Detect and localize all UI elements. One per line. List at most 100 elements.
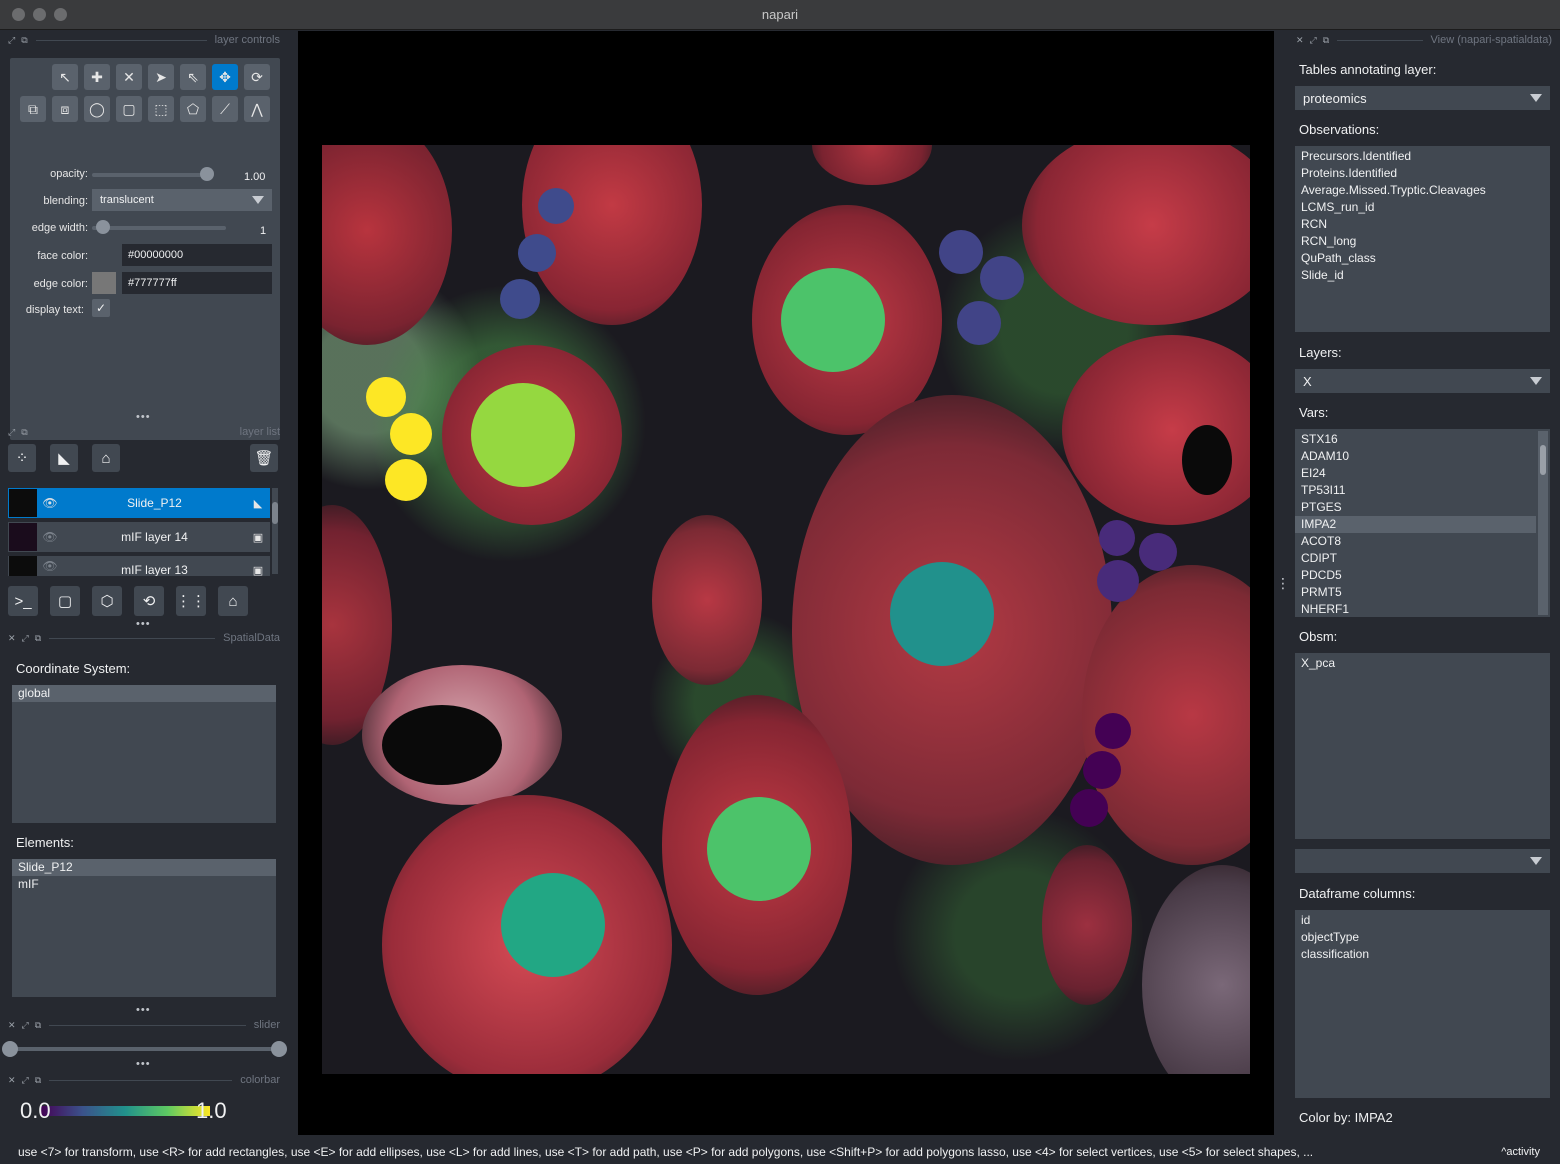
- activity-button[interactable]: ^activity: [1501, 1146, 1540, 1158]
- shape-point[interactable]: [1099, 520, 1135, 556]
- list-item[interactable]: NHERF1: [1295, 601, 1536, 618]
- viewer-canvas[interactable]: [298, 31, 1274, 1135]
- vars-list[interactable]: STX16 ADAM10 EI24 TP53I11 PTGES IMPA2 AC…: [1295, 429, 1550, 617]
- layer-list-scrollbar[interactable]: [272, 488, 278, 574]
- shape-point[interactable]: [1083, 751, 1121, 789]
- edge-width-slider-handle[interactable]: [96, 220, 110, 234]
- dataframe-columns-list[interactable]: id objectType classification: [1295, 910, 1550, 1098]
- list-item[interactable]: global: [12, 685, 276, 702]
- add-polygon-lasso-icon[interactable]: ⬚: [148, 96, 174, 122]
- shape-point[interactable]: [1097, 560, 1139, 602]
- range-slider[interactable]: [10, 1047, 278, 1051]
- edge-color-field[interactable]: #777777ff: [122, 272, 272, 294]
- shape-point[interactable]: [390, 413, 432, 455]
- layer-row[interactable]: 👁 mIF layer 14 ▣: [8, 522, 270, 552]
- shape-point[interactable]: [1095, 713, 1131, 749]
- shape-point[interactable]: [1139, 533, 1177, 571]
- close-icon[interactable]: ✕: [8, 633, 16, 644]
- add-rectangle-icon[interactable]: ▢: [116, 96, 142, 122]
- shape-point[interactable]: [980, 256, 1024, 300]
- edge-color-swatch[interactable]: [92, 272, 116, 294]
- resize-grip-icon[interactable]: •••: [136, 1058, 151, 1070]
- new-points-layer-button[interactable]: ⁘: [8, 444, 36, 472]
- close-icon[interactable]: ✕: [8, 1020, 16, 1031]
- undock-icon[interactable]: ⧉: [35, 1075, 41, 1086]
- add-line-icon[interactable]: ⟋: [212, 96, 238, 122]
- undock-icon[interactable]: ⧉: [21, 427, 27, 438]
- layer-row[interactable]: 👁 mIF layer 13 ▣: [8, 556, 270, 576]
- home-button[interactable]: ⌂: [218, 586, 248, 616]
- list-item[interactable]: ADAM10: [1295, 448, 1536, 465]
- list-item[interactable]: STX16: [1295, 431, 1536, 448]
- shape-point[interactable]: [501, 873, 605, 977]
- list-item[interactable]: PDCD5: [1295, 567, 1536, 584]
- dataframe-combo[interactable]: [1295, 849, 1550, 873]
- float-icon[interactable]: ⤢: [1310, 35, 1317, 46]
- console-button[interactable]: >_: [8, 586, 38, 616]
- list-item[interactable]: id: [1295, 912, 1550, 929]
- list-item[interactable]: classification: [1295, 946, 1550, 963]
- list-item[interactable]: X_pca: [1295, 655, 1550, 672]
- list-item[interactable]: Slide_P12: [12, 859, 276, 876]
- add-path-icon[interactable]: ⋀: [244, 96, 270, 122]
- shape-point[interactable]: [781, 268, 885, 372]
- new-shapes-layer-button[interactable]: ◣: [50, 444, 78, 472]
- list-item-selected[interactable]: IMPA2: [1295, 516, 1536, 533]
- elements-list[interactable]: Slide_P12 mIF: [12, 859, 276, 997]
- visibility-eye-icon[interactable]: 👁: [37, 496, 63, 510]
- list-item[interactable]: ACOT8: [1295, 533, 1536, 550]
- vars-scrollbar[interactable]: [1538, 431, 1548, 615]
- shape-point[interactable]: [890, 562, 994, 666]
- list-item[interactable]: mIF: [12, 876, 276, 893]
- new-labels-layer-button[interactable]: ⌂: [92, 444, 120, 472]
- undock-icon[interactable]: ⧉: [1323, 35, 1329, 46]
- list-item[interactable]: objectType: [1295, 929, 1550, 946]
- layers-combo[interactable]: X: [1295, 369, 1550, 393]
- edge-width-slider[interactable]: [92, 226, 226, 230]
- obsm-list[interactable]: X_pca: [1295, 653, 1550, 839]
- grid-view-button[interactable]: ⋮⋮: [176, 586, 206, 616]
- float-icon[interactable]: ⤢: [22, 1020, 29, 1031]
- float-icon[interactable]: ⤢: [8, 427, 15, 438]
- undock-icon[interactable]: ⧉: [21, 35, 27, 46]
- float-icon[interactable]: ⤢: [8, 35, 15, 46]
- float-icon[interactable]: ⤢: [22, 633, 29, 644]
- window-controls[interactable]: [12, 8, 67, 21]
- pan-zoom-tool-icon[interactable]: ✥: [212, 64, 238, 90]
- shape-point[interactable]: [518, 234, 556, 272]
- list-item[interactable]: QuPath_class: [1295, 250, 1550, 267]
- close-icon[interactable]: ✕: [8, 1075, 16, 1086]
- opacity-slider[interactable]: [92, 173, 212, 177]
- list-item[interactable]: PTGES: [1295, 499, 1536, 516]
- transform-tool-icon[interactable]: ⟳: [244, 64, 270, 90]
- ndisplay-button[interactable]: ▢: [50, 586, 80, 616]
- select-shapes-tool-icon[interactable]: ➤: [148, 64, 174, 90]
- visibility-eye-off-icon[interactable]: 👁: [37, 530, 63, 544]
- shape-point[interactable]: [385, 459, 427, 501]
- coordinate-system-list[interactable]: global: [12, 685, 276, 823]
- list-item[interactable]: RCN: [1295, 216, 1550, 233]
- face-color-field[interactable]: #00000000: [122, 244, 272, 266]
- add-ellipse-icon[interactable]: ◯: [84, 96, 110, 122]
- move-front-icon[interactable]: ⧈: [52, 96, 78, 122]
- visibility-eye-off-icon[interactable]: 👁: [37, 559, 63, 573]
- shape-point[interactable]: [471, 383, 575, 487]
- list-item[interactable]: EI24: [1295, 465, 1536, 482]
- shape-point[interactable]: [366, 377, 406, 417]
- range-slider-high-handle[interactable]: [271, 1041, 287, 1057]
- shape-point[interactable]: [939, 230, 983, 274]
- tables-combo[interactable]: proteomics: [1295, 86, 1550, 110]
- direct-select-tool-icon[interactable]: ⇖: [180, 64, 206, 90]
- delete-layer-button[interactable]: 🗑: [250, 444, 278, 472]
- undock-icon[interactable]: ⧉: [35, 633, 41, 644]
- maximize-window-icon[interactable]: [54, 8, 67, 21]
- shape-point[interactable]: [707, 797, 811, 901]
- move-back-icon[interactable]: ⧉: [20, 96, 46, 122]
- shape-point[interactable]: [538, 188, 574, 224]
- opacity-slider-handle[interactable]: [200, 167, 214, 181]
- list-item[interactable]: Slide_id: [1295, 267, 1550, 284]
- list-item[interactable]: Proteins.Identified: [1295, 165, 1550, 182]
- close-window-icon[interactable]: [12, 8, 25, 21]
- undock-icon[interactable]: ⧉: [35, 1020, 41, 1031]
- layer-row[interactable]: 👁 Slide_P12 ◣: [8, 488, 270, 518]
